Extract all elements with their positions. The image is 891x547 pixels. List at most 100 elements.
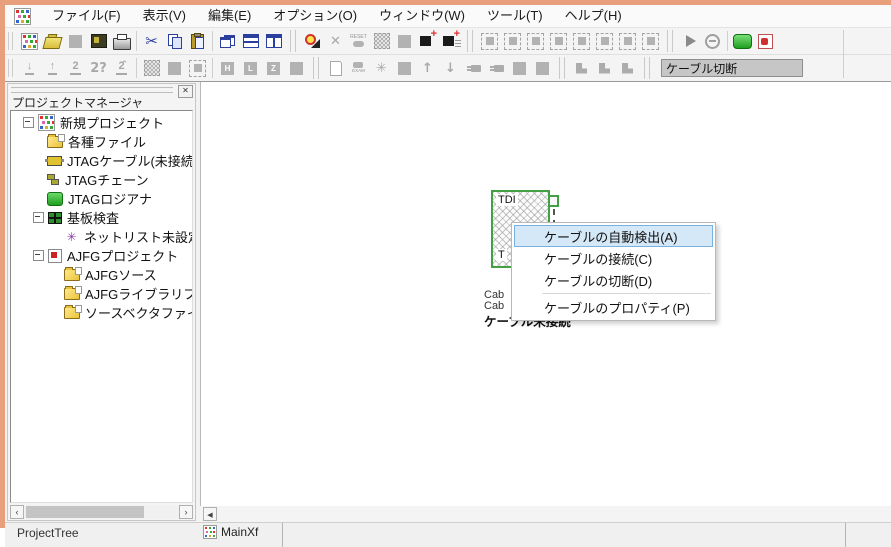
ctx-item-cable-properties[interactable]: ケーブルのプロパティ(P) <box>514 296 713 318</box>
cut-button[interactable]: ✂ <box>140 30 163 53</box>
logiana-start-button[interactable] <box>731 30 754 53</box>
square-button-4[interactable] <box>393 57 416 80</box>
ctx-item-cable-auto-detect[interactable]: ケーブルの自動検出(A) <box>514 225 713 247</box>
step-run-button-1[interactable] <box>570 57 593 80</box>
pattern-grid-button[interactable] <box>140 57 163 80</box>
expander-minus-icon[interactable] <box>33 250 44 261</box>
panel-title: プロジェクトマネージャ <box>12 94 143 111</box>
expander-minus-icon[interactable] <box>33 212 44 223</box>
square-button-6[interactable] <box>531 57 554 80</box>
tree-item-board-inspection[interactable]: 基板検査 <box>11 208 192 227</box>
move-down-button[interactable]: ↓ <box>439 57 462 80</box>
ctx-item-cable-connect[interactable]: ケーブルの接続(C) <box>514 247 713 269</box>
stop-button[interactable] <box>701 30 724 53</box>
canvas-horizontal-scrollbar[interactable] <box>200 506 891 522</box>
tree-item-jtag-chain[interactable]: JTAGチェーン <box>11 170 192 189</box>
canvas-scroll-left-icon[interactable] <box>203 507 217 521</box>
reset-button[interactable]: RESET <box>347 30 370 53</box>
add-device-button[interactable] <box>416 30 439 53</box>
square-button-2[interactable] <box>163 57 186 80</box>
toolbar-separator <box>727 31 728 51</box>
scan-grid-button[interactable] <box>370 30 393 53</box>
menu-tools[interactable]: ツール(T) <box>476 5 554 27</box>
tile-horizontal-button[interactable] <box>239 30 262 53</box>
menu-help[interactable]: ヘルプ(H) <box>554 5 633 27</box>
design-canvas[interactable]: TDI T Cab Cab ケーブル未接続 ケーブルの自動検出(A)ケーブルの接… <box>200 82 891 506</box>
cable-status-field[interactable]: ケーブル切断 <box>661 59 803 77</box>
menu-file[interactable]: ファイル(F) <box>41 5 132 27</box>
drive-high-button[interactable]: H <box>216 57 239 80</box>
scrollbar-thumb[interactable] <box>26 506 144 518</box>
step-run-button-2[interactable] <box>593 57 616 80</box>
upload-button[interactable]: ↑ <box>41 57 64 80</box>
step-run-button-3[interactable] <box>616 57 639 80</box>
device-op-button-8[interactable] <box>639 30 662 53</box>
chip-view-button[interactable] <box>186 57 209 80</box>
open-project-button[interactable] <box>41 30 64 53</box>
tree-item-files[interactable]: 各種ファイル <box>11 132 192 151</box>
add-device-list-button[interactable] <box>439 30 462 53</box>
step2-loop-button[interactable]: 2̂ <box>110 57 133 80</box>
menu-separator <box>542 293 711 294</box>
logiana-record-button[interactable] <box>754 30 777 53</box>
app-icon[interactable] <box>14 8 31 25</box>
toolbar1-grip[interactable] <box>8 32 13 50</box>
print-button[interactable] <box>110 30 133 53</box>
device-op-button-6[interactable] <box>593 30 616 53</box>
tree-item-ajfg-source[interactable]: AJFGソース <box>11 265 192 284</box>
step2-button[interactable]: 2 <box>64 57 87 80</box>
disconnect-probe-button[interactable] <box>485 57 508 80</box>
menu-view[interactable]: 表示(V) <box>132 5 197 27</box>
menu-window[interactable]: ウィンドウ(W) <box>368 5 476 27</box>
square-button-1[interactable] <box>393 30 416 53</box>
toolbar2-grip[interactable] <box>8 59 13 77</box>
tab-project-tree[interactable]: ProjectTree <box>17 526 79 540</box>
move-up-button[interactable]: ↑ <box>416 57 439 80</box>
tree-item-netlist[interactable]: ✳ネットリスト未設定 <box>11 227 192 246</box>
expander-minus-icon[interactable] <box>23 117 34 128</box>
netcheck-button[interactable]: ✳ <box>370 57 393 80</box>
import-button[interactable] <box>87 30 110 53</box>
ctx-item-cable-disconnect[interactable]: ケーブルの切断(D) <box>514 269 713 291</box>
tree-item-new-project[interactable]: 新規プロジェクト <box>11 113 192 132</box>
menu-options[interactable]: オプション(O) <box>262 5 368 27</box>
project-tree[interactable]: 新規プロジェクト各種ファイルJTAGケーブル(未接続)JTAGチェーンJTAGロ… <box>10 110 193 503</box>
menu-edit[interactable]: 編集(E) <box>197 5 262 27</box>
tab-main-view[interactable]: MainXf <box>203 525 258 539</box>
copy-button[interactable] <box>163 30 186 53</box>
cascade-windows-button[interactable] <box>216 30 239 53</box>
tile-vertical-button[interactable] <box>262 30 285 53</box>
device-op-button-5[interactable] <box>570 30 593 53</box>
connect-probe-button[interactable] <box>462 57 485 80</box>
save-button[interactable] <box>64 30 87 53</box>
scroll-left-icon[interactable] <box>10 505 24 519</box>
new-document-button[interactable] <box>324 57 347 80</box>
scroll-right-icon[interactable] <box>179 505 193 519</box>
tree-item-jtag-logiana[interactable]: JTAGロジアナ <box>11 189 192 208</box>
device-op-button-7[interactable] <box>616 30 639 53</box>
exam-button[interactable]: EXAM <box>347 57 370 80</box>
tree-horizontal-scrollbar[interactable] <box>10 505 193 519</box>
new-project-button[interactable] <box>18 30 41 53</box>
cable-disconnect-button[interactable]: ✕ <box>324 30 347 53</box>
device-op-button-1[interactable] <box>478 30 501 53</box>
device-op-button-3[interactable] <box>524 30 547 53</box>
close-icon[interactable] <box>178 85 193 98</box>
step2-query-button[interactable]: 2? <box>87 57 110 80</box>
cable-auto-detect-button[interactable] <box>301 30 324 53</box>
cable-connector-tab[interactable] <box>548 195 559 207</box>
tree-item-jtag-cable[interactable]: JTAGケーブル(未接続) <box>11 151 192 170</box>
download-button[interactable]: ↓ <box>18 57 41 80</box>
device-op-button-2[interactable] <box>501 30 524 53</box>
tree-item-ajfg-project[interactable]: AJFGプロジェクト <box>11 246 192 265</box>
square-button-3[interactable] <box>285 57 308 80</box>
drive-low-button[interactable]: L <box>239 57 262 80</box>
tree-item-ajfg-library[interactable]: AJFGライブラリファイ <box>11 284 192 303</box>
square-button-5[interactable] <box>508 57 531 80</box>
paste-button[interactable] <box>186 30 209 53</box>
panel-grip-handle[interactable] <box>11 87 173 93</box>
tree-item-source-vector[interactable]: ソースベクタファイル <box>11 303 192 322</box>
device-op-button-4[interactable] <box>547 30 570 53</box>
run-button[interactable] <box>678 30 701 53</box>
drive-z-button[interactable]: Z <box>262 57 285 80</box>
